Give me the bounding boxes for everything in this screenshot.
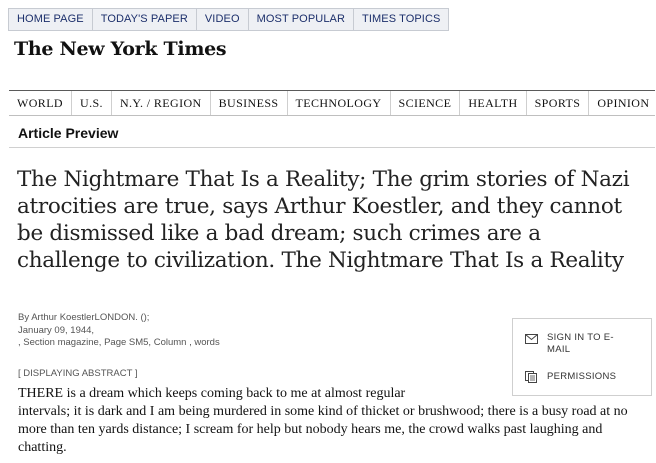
section-nav: WORLD U.S. N.Y. / REGION BUSINESS TECHNO… bbox=[9, 90, 655, 116]
envelope-icon bbox=[525, 334, 538, 344]
section-nav-business[interactable]: BUSINESS bbox=[211, 91, 288, 115]
page-label: Article Preview bbox=[18, 125, 119, 141]
article-meta: By Arthur KoestlerLONDON. (); January 09… bbox=[18, 312, 220, 350]
divider bbox=[9, 147, 655, 148]
section-nav-sports[interactable]: SPORTS bbox=[527, 91, 590, 115]
section-nav-health[interactable]: HEALTH bbox=[460, 91, 527, 115]
top-nav-most-popular[interactable]: MOST POPULAR bbox=[249, 9, 355, 30]
article-headline: The Nightmare That Is a Reality; The gri… bbox=[17, 167, 630, 273]
permissions-icon bbox=[525, 371, 537, 383]
top-nav-video[interactable]: VIDEO bbox=[197, 9, 249, 30]
abstract-rest: intervals; it is dark and I am being mur… bbox=[18, 404, 628, 455]
section-nav-ny-region[interactable]: N.Y. / REGION bbox=[112, 91, 211, 115]
section-nav-opinion[interactable]: OPINION bbox=[589, 91, 656, 115]
article-date: January 09, 1944, bbox=[18, 324, 95, 336]
top-nav: HOME PAGE TODAY'S PAPER VIDEO MOST POPUL… bbox=[8, 8, 450, 31]
article-section: , Section magazine, Page SM5, Column , w… bbox=[18, 337, 220, 348]
sign-in-to-email-link[interactable]: SIGN IN TO E-MAIL bbox=[525, 332, 637, 356]
top-nav-times-topics[interactable]: TIMES TOPICS bbox=[354, 9, 448, 30]
sign-in-to-email-label: SIGN IN TO E-MAIL bbox=[547, 332, 614, 355]
article-byline: By Arthur KoestlerLONDON. (); bbox=[18, 312, 150, 323]
nyt-logo[interactable]: The New York Times bbox=[14, 38, 227, 60]
section-nav-science[interactable]: SCIENCE bbox=[391, 91, 461, 115]
section-nav-technology[interactable]: TECHNOLOGY bbox=[288, 91, 391, 115]
section-nav-us[interactable]: U.S. bbox=[72, 91, 112, 115]
permissions-link[interactable]: PERMISSIONS bbox=[525, 371, 637, 383]
section-nav-world[interactable]: WORLD bbox=[9, 91, 72, 115]
top-nav-todays-paper[interactable]: TODAY'S PAPER bbox=[93, 9, 197, 30]
article-tools: SIGN IN TO E-MAIL PERMISSIONS bbox=[512, 318, 652, 396]
abstract-line-1: THERE is a dream which keeps coming back… bbox=[18, 386, 406, 401]
permissions-label: PERMISSIONS bbox=[547, 371, 617, 382]
abstract-label: [ DISPLAYING ABSTRACT ] bbox=[18, 368, 138, 379]
top-nav-home-page[interactable]: HOME PAGE bbox=[9, 9, 93, 30]
